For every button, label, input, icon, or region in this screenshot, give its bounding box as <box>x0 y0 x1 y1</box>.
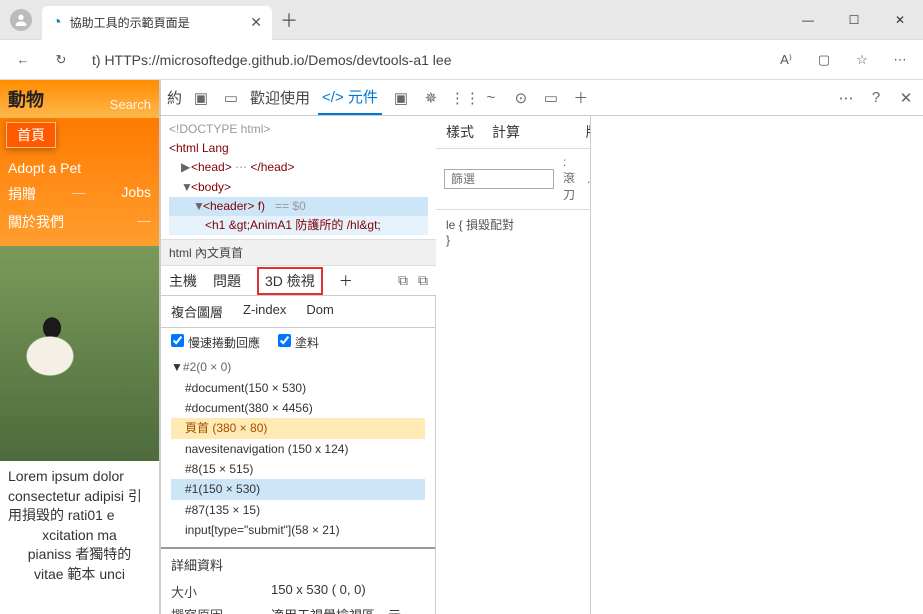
dom-tree[interactable]: <!DOCTYPE html> <html Lang ▶<head> ⋯ </h… <box>161 116 436 239</box>
elements-panel: <!DOCTYPE html> <html Lang ▶<head> ⋯ </h… <box>161 116 591 614</box>
tab-issues[interactable]: 問題 <box>213 271 241 291</box>
close-devtools-icon[interactable]: ✕ <box>895 89 917 107</box>
add-drawer-tab[interactable]: ＋ <box>339 271 353 291</box>
search-label: Search <box>110 97 151 112</box>
devtools-main-tabs: 約 ▣ ▭ 歡迎使用 </> 元件 ▣ ✵ ⋮⋮ ~ ⊙ ▭ ＋ ⋯ ? ✕ <box>161 80 923 116</box>
styles-sidebar: 樣式 計算 版面配置 ⌄ :滾刀 .cls ＋ ▿ ▣ <box>436 116 590 614</box>
subtab-layers[interactable]: 複合圖層 <box>171 302 223 321</box>
tab-computed[interactable]: 計算 <box>492 122 520 142</box>
page-preview: 動物 Search 首頁 Adopt a Pet 捐贈—Jobs 關於我們— L… <box>0 80 160 614</box>
person-icon <box>13 12 29 28</box>
page-line: vitae 範本 unci <box>8 565 151 585</box>
window-titlebar: ◔ 協助工具的示範頁面是 ✕ ＋ ― ☐ ✕ <box>0 0 923 40</box>
page-nav: 首頁 Adopt a Pet 捐贈—Jobs 關於我們— <box>0 118 159 246</box>
more-icon[interactable]: ⋯ <box>885 45 915 75</box>
read-aloud-icon[interactable]: A⁾ <box>771 45 801 75</box>
console-icon[interactable]: ▣ <box>390 89 412 107</box>
cls-toggle[interactable]: .cls <box>584 172 590 186</box>
hov-toggle[interactable]: :滾刀 <box>560 155 578 203</box>
tab-3dview[interactable]: 3D 檢視 <box>257 267 323 295</box>
bug-icon[interactable]: ✵ <box>420 89 442 107</box>
performance-icon[interactable]: ~ <box>480 89 502 106</box>
checkbox-slow-scroll[interactable]: 慢速捲動回應 <box>171 334 260 351</box>
3d-view-panel: 複合圖層 Z-index Dom 慢速捲動回應 塗料 ▼#2(0 × 0) <box>161 296 436 614</box>
edge-icon: ◔ <box>52 14 62 32</box>
browser-tab[interactable]: ◔ 協助工具的示範頁面是 ✕ <box>42 6 272 40</box>
page-hero-image <box>0 246 159 461</box>
tab-title: 協助工具的示範頁面是 <box>70 14 243 31</box>
breadcrumb[interactable]: html 內文頁首 <box>161 239 436 266</box>
drawer-tabs: 主機 問題 3D 檢視 ＋ ⧉ ⧉ <box>161 266 436 296</box>
nav-item[interactable]: 關於我們 <box>8 212 64 232</box>
inspect-icon[interactable]: ▣ <box>190 89 212 107</box>
reader-icon[interactable]: ▢ <box>809 45 839 75</box>
nav-item[interactable]: 捐贈 <box>8 184 36 204</box>
nav-item[interactable]: Jobs <box>121 184 151 204</box>
layer-tree[interactable]: ▼#2(0 × 0) #document(150 × 530) #documen… <box>161 357 435 547</box>
subtab-zindex[interactable]: Z-index <box>243 302 286 321</box>
refresh-button[interactable]: ↻ <box>46 45 76 75</box>
memory-icon[interactable]: ⊙ <box>510 89 532 107</box>
close-tab-icon[interactable]: ✕ <box>250 14 262 31</box>
profile-icon[interactable] <box>10 9 32 31</box>
nav-item[interactable]: Adopt a Pet <box>8 160 81 176</box>
favorite-icon[interactable]: ☆ <box>847 45 877 75</box>
page-line: xcitation ma <box>8 526 151 546</box>
devtools-pane: 約 ▣ ▭ 歡迎使用 </> 元件 ▣ ✵ ⋮⋮ ~ ⊙ ▭ ＋ ⋯ ? ✕ <… <box>160 80 923 614</box>
page-title: 動物 <box>8 86 44 112</box>
tab-welcome[interactable]: 歡迎使用 <box>250 87 310 108</box>
settings-dots-icon[interactable]: ⋯ <box>835 89 857 107</box>
styles-filter-input[interactable] <box>444 169 554 189</box>
new-tab-button[interactable]: ＋ <box>280 7 298 33</box>
back-button[interactable]: ← <box>8 45 38 75</box>
device-icon[interactable]: ▭ <box>220 89 242 107</box>
application-icon[interactable]: ▭ <box>540 89 562 107</box>
page-paragraph: Lorem ipsum dolor consectetur adipisi 引用… <box>8 467 151 526</box>
styles-rules[interactable]: le { 損毀配對 } <box>436 210 590 253</box>
page-line: pianiss 者獨特的 <box>8 545 151 565</box>
details-header: 詳細資料 <box>161 547 435 580</box>
subtab-dom[interactable]: Dom <box>306 302 333 321</box>
browser-toolbar: ← ↻ t) HTTPs://microsoftedge.github.io/D… <box>0 40 923 80</box>
tab-console[interactable]: 主機 <box>169 271 197 291</box>
window-controls: ― ☐ ✕ <box>785 0 923 40</box>
close-window-button[interactable]: ✕ <box>877 0 923 40</box>
minimize-button[interactable]: ― <box>785 0 831 40</box>
address-bar[interactable]: t) HTTPs://microsoftedge.github.io/Demos… <box>84 52 763 68</box>
tab-elements[interactable]: </> 元件 <box>318 80 382 115</box>
drawer-close-icon[interactable]: ⧉ <box>418 272 428 289</box>
network-icon[interactable]: ⋮⋮ <box>450 89 472 107</box>
tab-layout[interactable]: 版面配置 <box>586 122 590 142</box>
dock-icon[interactable]: ⧉ <box>398 272 408 289</box>
nav-home[interactable]: 首頁 <box>6 122 56 148</box>
more-tabs-icon[interactable]: ＋ <box>570 87 592 108</box>
tab-approx[interactable]: 約 <box>167 87 182 108</box>
maximize-button[interactable]: ☐ <box>831 0 877 40</box>
checkbox-paint[interactable]: 塗料 <box>278 334 319 351</box>
tab-styles[interactable]: 樣式 <box>446 122 474 142</box>
help-icon[interactable]: ? <box>865 89 887 106</box>
